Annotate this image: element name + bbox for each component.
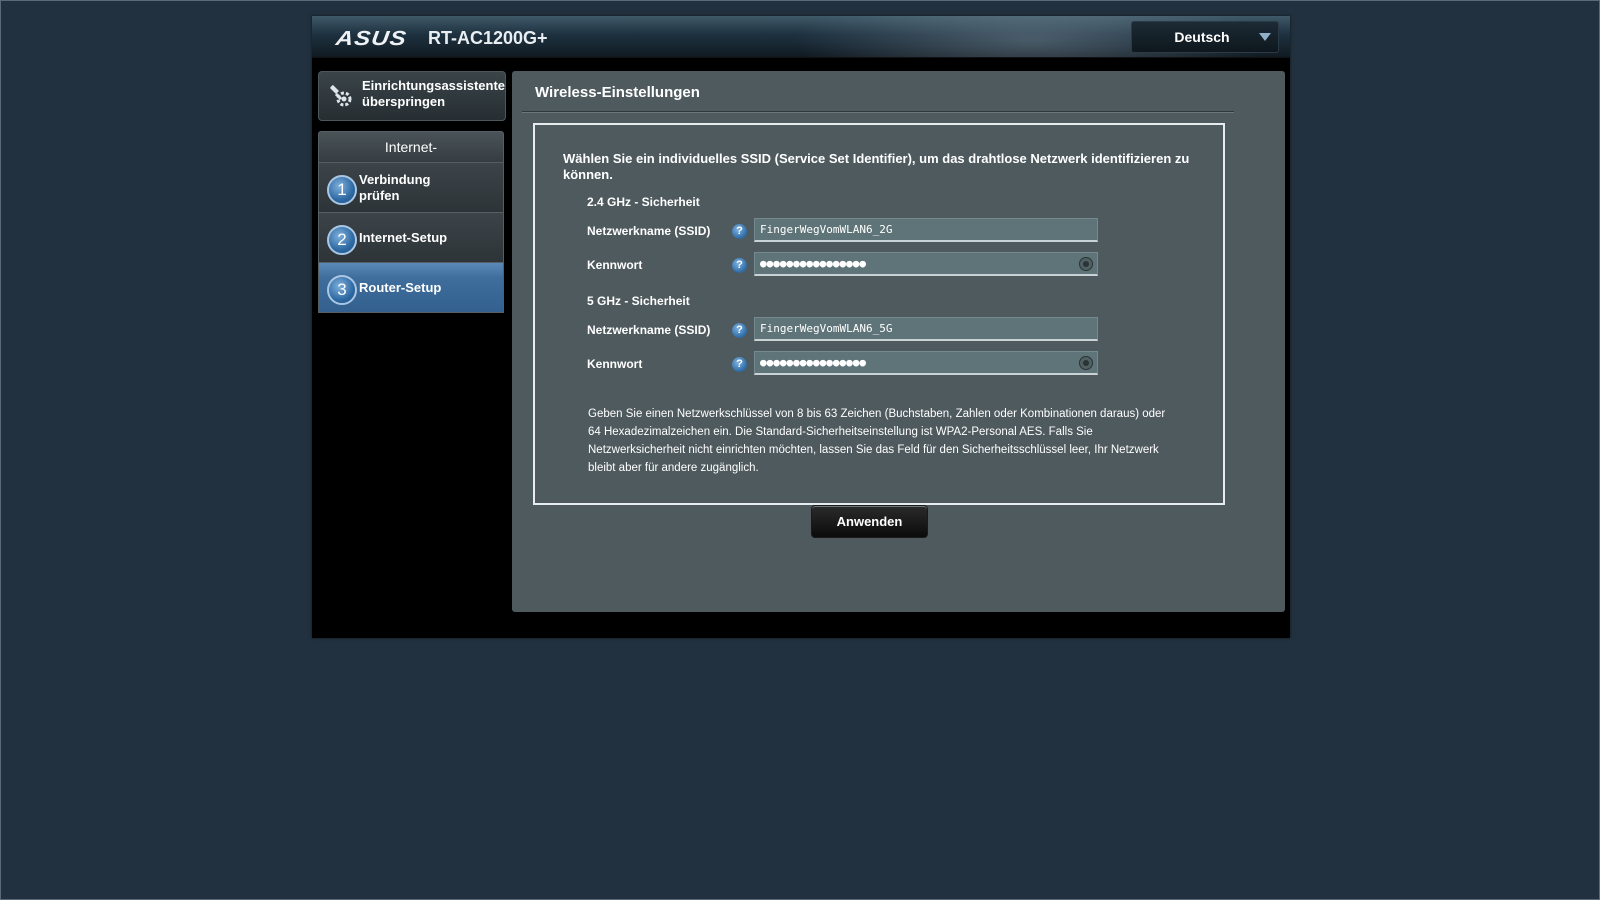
asus-logo: ASUS — [334, 27, 409, 51]
model-name: RT-AC1200G+ — [428, 28, 548, 48]
router-ui: ASUS RT-AC1200G+ Deutsch Einrichtungsass… — [312, 16, 1290, 638]
setup-steps: Internet- 1 Verbindung prüfen 2 Internet… — [318, 131, 504, 313]
step-label: Internet-Setup — [359, 230, 448, 245]
help-icon[interactable]: ? — [732, 224, 747, 239]
step-number-1: 1 — [327, 175, 357, 205]
step-label: Router-Setup — [359, 280, 442, 295]
page-background: ASUS RT-AC1200G+ Deutsch Einrichtungsass… — [0, 0, 1600, 900]
skip-wizard-label: Einrichtungsassistenten überspringen — [362, 78, 506, 110]
ssid-input-24ghz[interactable]: FingerWegVomWLAN6_2G — [754, 218, 1098, 242]
section-heading-24ghz: 2.4 GHz - Sicherheit — [587, 195, 700, 209]
intro-text: Wählen Sie ein individuelles SSID (Servi… — [563, 151, 1190, 182]
apply-button[interactable]: Anwenden — [811, 505, 928, 538]
title-divider — [522, 111, 1234, 113]
help-icon[interactable]: ? — [732, 258, 747, 273]
step-label-line1: Verbindung — [359, 172, 431, 187]
step-number-3: 3 — [327, 275, 357, 305]
step-router-setup[interactable]: 3 Router-Setup — [318, 263, 504, 313]
page-title: Wireless-Einstellungen — [535, 84, 700, 101]
step-check-connection[interactable]: 1 Verbindung prüfen — [318, 163, 504, 213]
password-value-24ghz: ●●●●●●●●●●●●●●●● — [760, 257, 866, 270]
password-input-24ghz[interactable]: ●●●●●●●●●●●●●●●● — [754, 252, 1098, 276]
chevron-down-icon — [1259, 33, 1271, 41]
eye-icon[interactable] — [1079, 257, 1093, 271]
ssid-input-5ghz[interactable]: FingerWegVomWLAN6_5G — [754, 317, 1098, 341]
skip-wizard-button[interactable]: Einrichtungsassistenten überspringen — [318, 71, 506, 121]
section-heading-5ghz: 5 GHz - Sicherheit — [587, 294, 690, 308]
ssid-label-24ghz: Netzwerkname (SSID) — [587, 224, 711, 238]
step-label: Verbindung prüfen — [359, 172, 431, 204]
wrench-gear-icon — [330, 85, 352, 107]
step-internet-setup[interactable]: 2 Internet-Setup — [318, 213, 504, 263]
language-value: Deutsch — [1174, 29, 1230, 45]
password-input-5ghz[interactable]: ●●●●●●●●●●●●●●●● — [754, 351, 1098, 375]
skip-wizard-line1: Einrichtungsassistenten — [362, 78, 506, 93]
eye-icon[interactable] — [1079, 356, 1093, 370]
password-label-24ghz: Kennwort — [587, 258, 643, 272]
language-select[interactable]: Deutsch — [1131, 21, 1279, 53]
steps-title: Internet- — [318, 131, 504, 163]
password-label-5ghz: Kennwort — [587, 357, 643, 371]
wireless-settings-panel: Wireless-Einstellungen Wählen Sie ein in… — [512, 71, 1285, 612]
skip-wizard-line2: überspringen — [362, 94, 446, 109]
settings-box: Wählen Sie ein individuelles SSID (Servi… — [533, 123, 1225, 505]
step-label-line2: prüfen — [359, 188, 400, 203]
password-value-5ghz: ●●●●●●●●●●●●●●●● — [760, 356, 866, 369]
help-icon[interactable]: ? — [732, 357, 747, 372]
help-icon[interactable]: ? — [732, 323, 747, 338]
step-number-2: 2 — [327, 225, 357, 255]
ssid-label-5ghz: Netzwerkname (SSID) — [587, 323, 711, 337]
security-note: Geben Sie einen Netzwerkschlüssel von 8 … — [588, 408, 1166, 474]
header-banner: ASUS RT-AC1200G+ Deutsch — [312, 16, 1290, 58]
